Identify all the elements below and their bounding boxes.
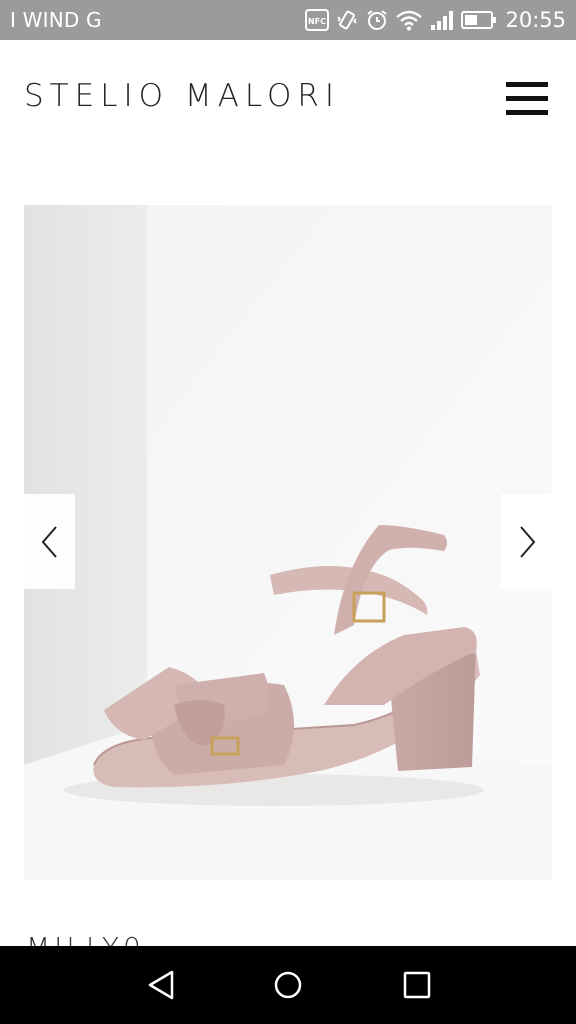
back-button[interactable]	[136, 962, 186, 1008]
product-image	[24, 205, 552, 880]
hamburger-menu-icon[interactable]	[506, 82, 548, 116]
carousel-next-button[interactable]	[501, 494, 552, 589]
clock: 20:55	[505, 8, 566, 32]
site-header: STELIO MALORI	[0, 40, 576, 160]
status-bar: I WIND G NFC 20:55	[0, 0, 576, 40]
home-icon	[274, 971, 302, 999]
carrier-label: I WIND G	[10, 8, 102, 32]
sandal-photo	[24, 205, 552, 880]
system-nav-bar	[0, 946, 576, 1024]
vibrate-icon	[335, 8, 359, 32]
nfc-icon: NFC	[305, 9, 330, 31]
chevron-right-icon	[519, 525, 535, 558]
battery-icon	[461, 10, 497, 30]
recents-icon	[403, 971, 431, 999]
status-icons: NFC 20:55	[305, 6, 566, 34]
chevron-left-icon	[41, 525, 57, 558]
carousel-prev-button[interactable]	[24, 494, 75, 589]
brand-logo[interactable]: STELIO MALORI	[24, 78, 340, 114]
alarm-icon	[365, 8, 389, 32]
signal-icon	[429, 9, 455, 31]
recents-button[interactable]	[392, 962, 442, 1008]
nfc-label: NFC	[308, 17, 326, 26]
back-icon	[148, 970, 174, 1000]
wifi-icon	[395, 9, 423, 31]
home-button[interactable]	[263, 962, 313, 1008]
